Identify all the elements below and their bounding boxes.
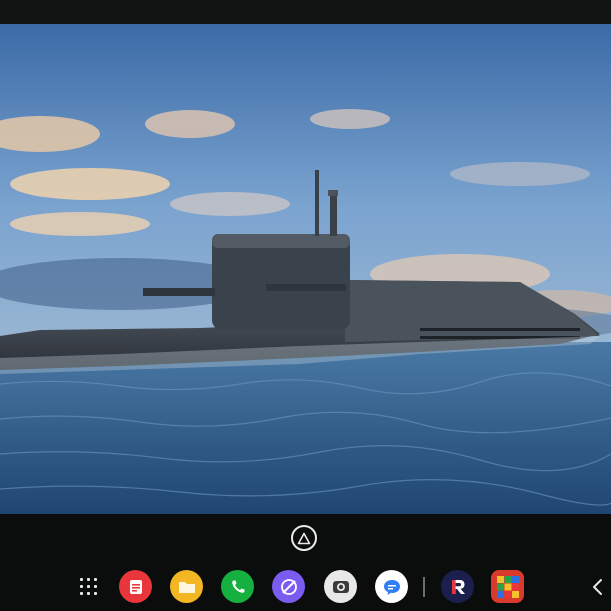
notes-icon[interactable] [119,570,152,603]
submarine-wallpaper-image [0,24,611,514]
top-status-bar [0,0,611,24]
dock-divider [423,577,425,597]
r-app-icon[interactable] [441,570,474,603]
app-drawer-icon[interactable] [80,578,98,596]
chevron-left-icon[interactable] [590,578,606,596]
folder-icon[interactable] [170,570,203,603]
messages-icon[interactable] [375,570,408,603]
game-grid-icon[interactable] [491,570,524,603]
app-dock [0,570,611,604]
home-circle-icon[interactable] [291,525,317,551]
browser-icon[interactable] [272,570,305,603]
phone-icon[interactable] [221,570,254,603]
camera-icon[interactable] [324,570,357,603]
